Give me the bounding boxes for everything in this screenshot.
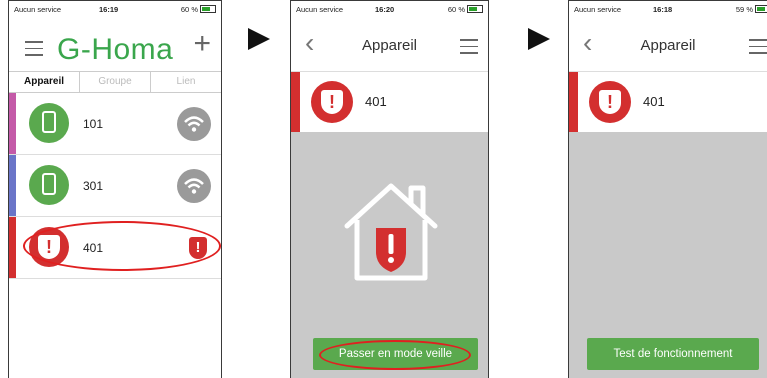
device-row-301[interactable]: 301 <box>9 155 221 217</box>
plug-icon <box>29 103 69 143</box>
app-logo: G-Homa <box>57 33 174 66</box>
status-bar: Aucun service 16:18 59 % <box>569 1 767 19</box>
battery-status: 60 % <box>181 5 216 14</box>
battery-icon <box>200 5 216 13</box>
screen-device-detail-alert: Aucun service 16:20 60 % ‹ Appareil ! 40… <box>290 0 489 378</box>
carrier-text: Aucun service <box>14 5 62 14</box>
clock: 16:19 <box>99 5 119 14</box>
alert-shield-icon: ! <box>311 81 353 123</box>
alert-shield-icon: ! <box>589 81 631 123</box>
menu-icon[interactable] <box>749 39 767 59</box>
page-title: Appareil <box>640 37 696 54</box>
screen-device-list: Aucun service 16:19 60 % G-Homa + Appare… <box>8 0 222 378</box>
arrow-right-icon <box>248 28 270 50</box>
nav-bar: ‹ Appareil <box>569 19 767 72</box>
status-bar: Aucun service 16:20 60 % <box>291 1 488 19</box>
detail-panel: Test de fonctionnement <box>569 132 767 378</box>
app-header: G-Homa + <box>9 23 221 69</box>
status-bar: Aucun service 16:19 60 % <box>9 1 221 19</box>
row-color-stripe <box>9 93 16 154</box>
wifi-icon <box>177 107 211 141</box>
device-name: 401 <box>365 94 387 109</box>
tab-bar: Appareil Groupe Lien <box>9 71 221 93</box>
screen-device-detail: Aucun service 16:18 59 % ‹ Appareil ! 40… <box>568 0 767 378</box>
tab-groupe[interactable]: Groupe <box>80 72 151 92</box>
highlight-ellipse <box>23 221 221 271</box>
device-name: 401 <box>643 94 665 109</box>
row-color-stripe <box>569 72 578 132</box>
device-name: 101 <box>83 117 104 131</box>
device-header-row: ! 401 <box>569 72 767 132</box>
device-name: 301 <box>83 179 104 193</box>
add-device-button[interactable]: + <box>193 29 211 59</box>
device-row-101[interactable]: 101 <box>9 93 221 155</box>
carrier-text: Aucun service <box>296 5 344 14</box>
device-header-row: ! 401 <box>291 72 488 132</box>
nav-bar: ‹ Appareil <box>291 19 488 72</box>
battery-status: 60 % <box>448 5 483 14</box>
battery-icon <box>755 5 767 13</box>
page-title: Appareil <box>361 37 418 54</box>
tab-lien[interactable]: Lien <box>151 72 221 92</box>
row-color-stripe <box>9 155 16 216</box>
clock: 16:18 <box>653 5 673 14</box>
wifi-icon <box>177 169 211 203</box>
house-alert-icon <box>344 183 438 281</box>
plug-icon <box>29 165 69 205</box>
highlight-ellipse <box>319 340 471 370</box>
battery-icon <box>467 5 483 13</box>
function-test-button[interactable]: Test de fonctionnement <box>587 338 759 370</box>
menu-icon[interactable] <box>460 39 478 59</box>
arrow-right-icon <box>528 28 550 50</box>
battery-status: 59 % <box>736 5 767 14</box>
tab-appareil[interactable]: Appareil <box>9 72 80 92</box>
row-color-stripe <box>9 217 16 278</box>
clock: 16:20 <box>375 5 395 14</box>
carrier-text: Aucun service <box>574 5 622 14</box>
menu-icon[interactable] <box>25 41 43 61</box>
row-color-stripe <box>291 72 300 132</box>
